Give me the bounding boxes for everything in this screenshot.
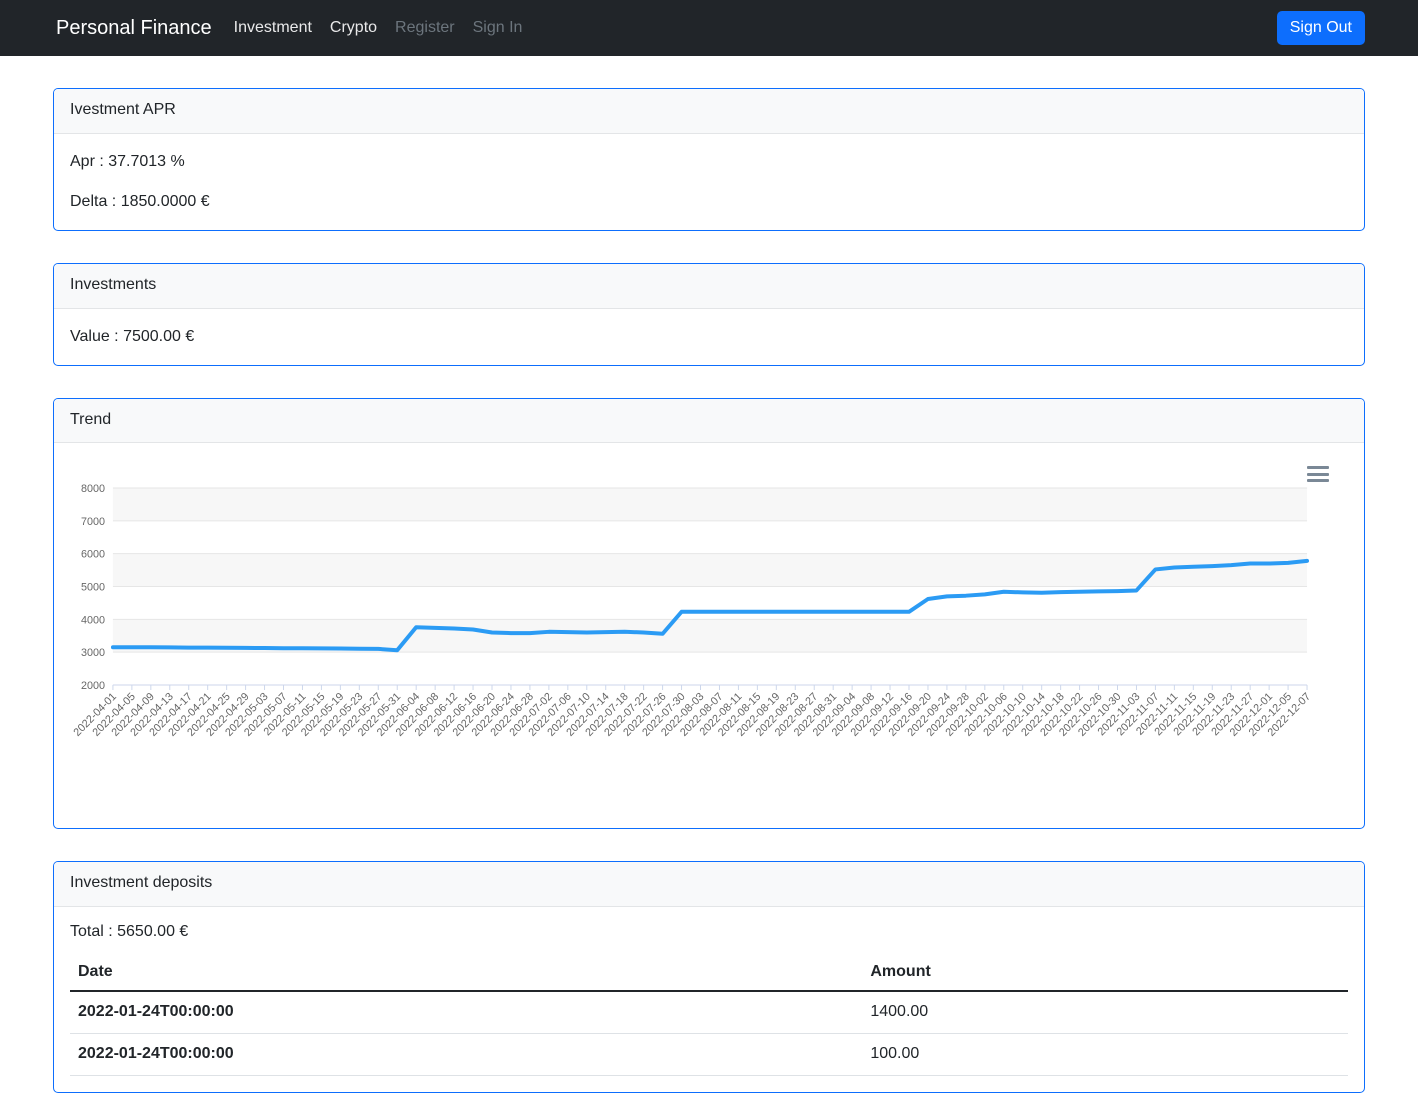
trend-card: Trend 2000 3000 4000 5000 6000 7000 8000 2022-0… xyxy=(53,397,1365,830)
column-header-amount[interactable]: Amount xyxy=(862,963,1348,993)
trend-card-body: 2000 3000 4000 5000 6000 7000 8000 2022-04-01 20… xyxy=(54,443,1364,828)
investments-card: Investments Value : 7500.00 € xyxy=(53,262,1365,366)
deposits-table-head: Date Amount xyxy=(70,963,1348,993)
nav-item-signin: Sign In xyxy=(473,19,523,37)
deposit-amount: 1400.00 xyxy=(862,991,1348,1035)
apr-value: Apr : 37.7013 % xyxy=(70,152,185,170)
chart-band xyxy=(112,488,1308,522)
investments-card-title: Investments xyxy=(54,263,1364,309)
chart-y-tick-label: 4000 xyxy=(81,615,105,627)
top-navbar: Personal Finance Investment Crypto Regis… xyxy=(0,0,1418,56)
investment-deposits-card: Investment deposits Total : 5650.00 € Da… xyxy=(53,861,1365,1093)
deposit-date: 2022-01-24T00:00:00 xyxy=(70,1033,863,1077)
chart-y-tick-label: 7000 xyxy=(81,516,105,528)
deposit-date: 2022-01-24T00:00:00 xyxy=(70,991,863,1035)
deposits-total: Total : 5650.00 € xyxy=(70,923,189,941)
sign-out-button[interactable]: Sign Out xyxy=(1276,11,1365,46)
deposits-table-body: 2022-01-24T00:00:00 1400.00 2022-01-24T00:… xyxy=(70,991,1348,1077)
investments-value: Value : 7500.00 € xyxy=(70,327,195,345)
deposits-header-row: Date Amount xyxy=(70,963,1348,993)
deposit-amount: 100.00 xyxy=(862,1033,1348,1077)
nav-link-investment[interactable]: Investment xyxy=(234,19,312,36)
investment-apr-card-body: Apr : 37.7013 % Delta : 1850.0000 € xyxy=(54,134,1364,230)
hamburger-menu-icon[interactable] xyxy=(1307,464,1329,484)
brand-link[interactable]: Personal Finance xyxy=(56,18,212,38)
chart-y-tick-label: 8000 xyxy=(81,483,105,495)
deposits-table: Date Amount 2022-01-24T00:00:00 1400.00 20… xyxy=(70,963,1348,1077)
table-row: 2022-01-24T00:00:00 1400.00 xyxy=(70,991,1348,1035)
trend-card-title: Trend xyxy=(54,398,1364,444)
investment-deposits-card-title: Investment deposits xyxy=(54,862,1364,908)
nav-link-register[interactable]: Register xyxy=(395,19,455,36)
investment-apr-card-title: Ivestment APR xyxy=(54,89,1364,134)
nav-link-sign-in[interactable]: Sign In xyxy=(473,19,523,36)
chart-y-tick-label: 6000 xyxy=(81,549,105,561)
nav-links: Investment Crypto Register Sign In xyxy=(234,19,523,37)
nav-item-crypto: Crypto xyxy=(330,19,377,37)
chart-y-tick-label: 2000 xyxy=(81,680,105,692)
chart-y-tick-label: 5000 xyxy=(81,582,105,594)
nav-item-register: Register xyxy=(395,19,455,37)
nav-item-investment: Investment xyxy=(234,19,312,37)
chart-y-tick-label: 3000 xyxy=(81,647,105,659)
investment-deposits-card-body: Total : 5650.00 € Date Amount 2022-01-24… xyxy=(54,907,1364,1092)
delta-value: Delta : 1850.0000 € xyxy=(70,192,210,210)
column-header-date[interactable]: Date xyxy=(70,963,863,993)
table-row: 2022-01-24T00:00:00 100.00 xyxy=(70,1033,1348,1077)
nav-link-crypto[interactable]: Crypto xyxy=(330,19,377,36)
page-container: Ivestment APR Apr : 37.7013 % Delta : 18… xyxy=(0,88,1418,1093)
chart-band xyxy=(112,554,1308,587)
investments-card-body: Value : 7500.00 € xyxy=(54,309,1364,365)
trend-chart-svg: 20003000400050006000700080002022-04-0120… xyxy=(72,483,1314,739)
investment-apr-card: Ivestment APR Apr : 37.7013 % Delta : 18… xyxy=(53,88,1365,231)
trend-chart: 2000 3000 4000 5000 6000 7000 8000 2022-04-01 20… xyxy=(54,443,1364,828)
